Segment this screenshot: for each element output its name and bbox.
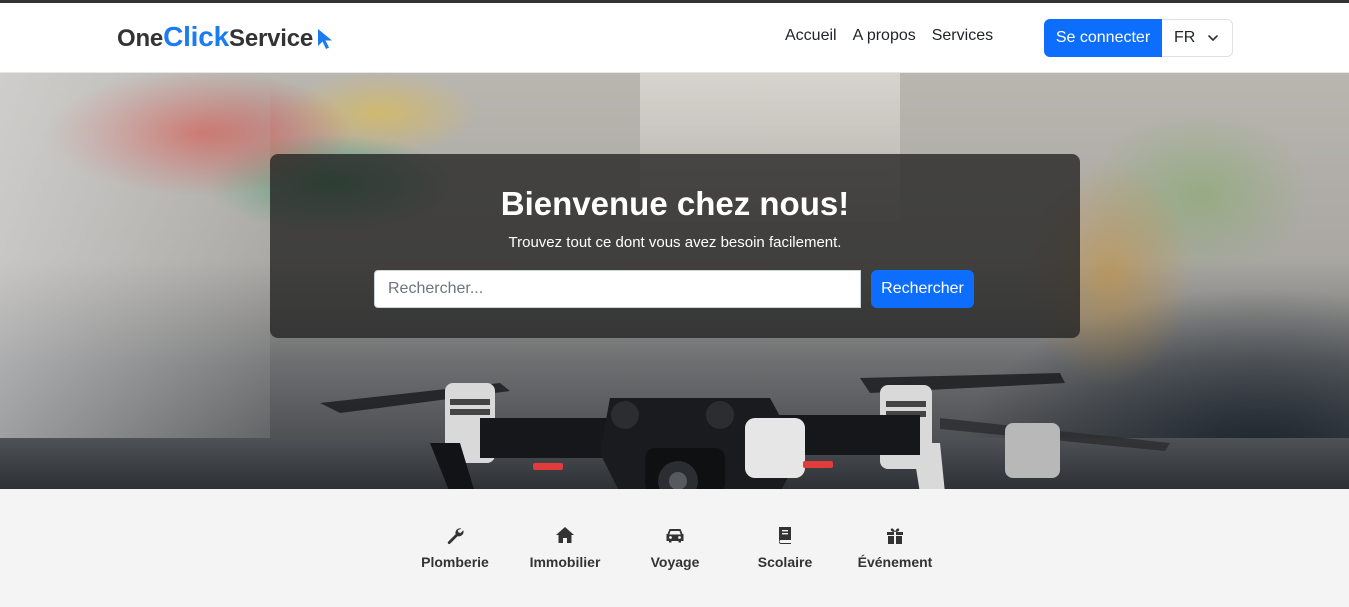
wrench-icon <box>447 528 464 545</box>
search-card: Bienvenue chez nous! Trouvez tout ce don… <box>270 154 1080 338</box>
hero-banner: Bienvenue chez nous! Trouvez tout ce don… <box>0 73 1349 489</box>
category-plomberie[interactable]: Plomberie <box>400 525 510 570</box>
category-scolaire[interactable]: Scolaire <box>730 525 840 570</box>
hero-subtitle: Trouvez tout ce dont vous avez besoin fa… <box>508 234 842 251</box>
hero-title: Bienvenue chez nous! <box>500 185 850 222</box>
car-icon <box>666 529 684 543</box>
nav-link-a-propos[interactable]: A propos <box>845 27 924 45</box>
brand-part-click: Click <box>163 21 230 52</box>
brand-part-one: One <box>117 25 164 52</box>
language-select[interactable]: FR <box>1162 19 1233 57</box>
category-label: Immobilier <box>529 554 601 570</box>
cursor-pointer-icon <box>318 29 333 49</box>
chevron-down-icon <box>1208 35 1218 41</box>
book-icon <box>779 527 791 544</box>
brand-part-service: Service <box>229 25 314 52</box>
category-evenement[interactable]: Événement <box>840 525 950 570</box>
nav-link-accueil[interactable]: Accueil <box>777 27 845 45</box>
login-button[interactable]: Se connecter <box>1044 19 1162 57</box>
brand-logo[interactable]: One Click Service <box>117 21 334 57</box>
gift-icon <box>887 528 903 544</box>
category-voyage[interactable]: Voyage <box>620 525 730 570</box>
category-immobilier[interactable]: Immobilier <box>510 525 620 570</box>
nav-link-services[interactable]: Services <box>924 27 1001 45</box>
search-input[interactable] <box>374 270 861 308</box>
house-icon <box>556 527 574 543</box>
language-value: FR <box>1174 29 1196 46</box>
navbar: One Click Service Accueil A propos Servi… <box>0 3 1349 73</box>
search-button[interactable]: Rechercher <box>871 270 974 308</box>
category-label: Scolaire <box>757 554 813 570</box>
category-label: Plomberie <box>421 554 489 570</box>
category-label: Voyage <box>650 554 700 570</box>
hero-background-wall <box>0 73 270 489</box>
category-label: Événement <box>857 554 933 570</box>
main-nav: Accueil A propos Services <box>777 27 1001 45</box>
categories-bar: Plomberie Immobilier Voyage Scolaire Évé… <box>0 489 1349 607</box>
